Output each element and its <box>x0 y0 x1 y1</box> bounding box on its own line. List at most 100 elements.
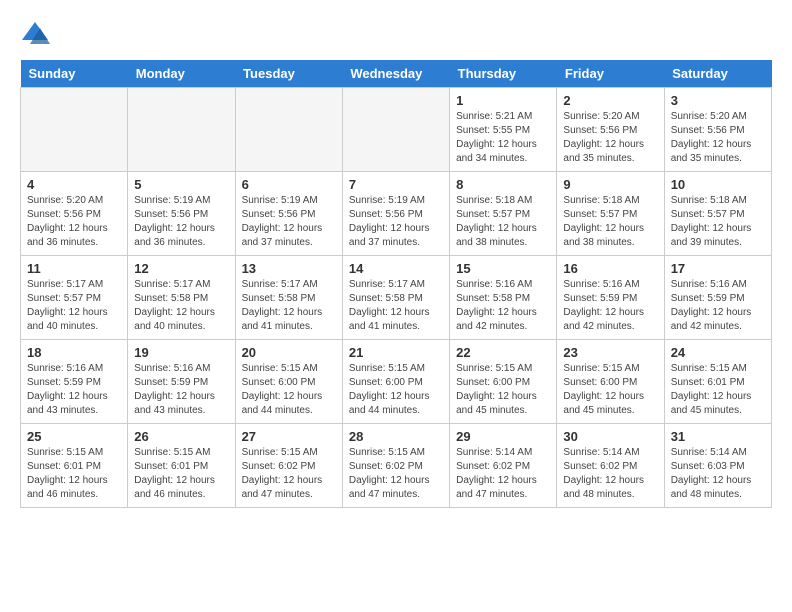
calendar-cell: 11 Sunrise: 5:17 AM Sunset: 5:57 PM Dayli… <box>21 256 128 340</box>
calendar-cell: 3 Sunrise: 5:20 AM Sunset: 5:56 PM Daylig… <box>664 88 771 172</box>
day-number: 26 <box>134 429 228 444</box>
calendar-cell: 23 Sunrise: 5:15 AM Sunset: 6:00 PM Dayli… <box>557 340 664 424</box>
day-number: 19 <box>134 345 228 360</box>
day-number: 3 <box>671 93 765 108</box>
calendar-cell: 19 Sunrise: 5:16 AM Sunset: 5:59 PM Dayli… <box>128 340 235 424</box>
day-info: Sunrise: 5:19 AM Sunset: 5:56 PM Dayligh… <box>242 194 336 250</box>
calendar-cell: 28 Sunrise: 5:15 AM Sunset: 6:02 PM Dayli… <box>342 424 449 508</box>
calendar-week-row: 18 Sunrise: 5:16 AM Sunset: 5:59 PM Dayli… <box>21 340 772 424</box>
day-info: Sunrise: 5:14 AM Sunset: 6:02 PM Dayligh… <box>563 446 657 502</box>
logo <box>20 20 56 50</box>
day-info: Sunrise: 5:15 AM Sunset: 6:02 PM Dayligh… <box>349 446 443 502</box>
day-info: Sunrise: 5:16 AM Sunset: 5:59 PM Dayligh… <box>563 278 657 334</box>
day-info: Sunrise: 5:14 AM Sunset: 6:02 PM Dayligh… <box>456 446 550 502</box>
calendar-cell: 5 Sunrise: 5:19 AM Sunset: 5:56 PM Daylig… <box>128 172 235 256</box>
day-number: 31 <box>671 429 765 444</box>
calendar-cell: 25 Sunrise: 5:15 AM Sunset: 6:01 PM Dayli… <box>21 424 128 508</box>
day-info: Sunrise: 5:16 AM Sunset: 5:59 PM Dayligh… <box>134 362 228 418</box>
calendar-header-row: SundayMondayTuesdayWednesdayThursdayFrid… <box>21 60 772 88</box>
day-info: Sunrise: 5:15 AM Sunset: 6:00 PM Dayligh… <box>563 362 657 418</box>
calendar-cell: 29Sunrise: 5:14 AM Sunset: 6:02 PM Dayli… <box>450 424 557 508</box>
calendar-cell: 16 Sunrise: 5:16 AM Sunset: 5:59 PM Dayli… <box>557 256 664 340</box>
day-info: Sunrise: 5:18 AM Sunset: 5:57 PM Dayligh… <box>563 194 657 250</box>
calendar-cell: 30Sunrise: 5:14 AM Sunset: 6:02 PM Dayli… <box>557 424 664 508</box>
calendar-cell: 26 Sunrise: 5:15 AM Sunset: 6:01 PM Dayli… <box>128 424 235 508</box>
day-info: Sunrise: 5:16 AM Sunset: 5:59 PM Dayligh… <box>671 278 765 334</box>
day-number: 20 <box>242 345 336 360</box>
day-number: 14 <box>349 261 443 276</box>
calendar-cell: 1 Sunrise: 5:21 AM Sunset: 5:55 PM Daylig… <box>450 88 557 172</box>
calendar-cell: 8 Sunrise: 5:18 AM Sunset: 5:57 PM Daylig… <box>450 172 557 256</box>
day-number: 23 <box>563 345 657 360</box>
day-info: Sunrise: 5:17 AM Sunset: 5:57 PM Dayligh… <box>27 278 121 334</box>
day-number: 8 <box>456 177 550 192</box>
day-number: 17 <box>671 261 765 276</box>
day-number: 7 <box>349 177 443 192</box>
day-info: Sunrise: 5:15 AM Sunset: 6:00 PM Dayligh… <box>456 362 550 418</box>
day-info: Sunrise: 5:15 AM Sunset: 6:01 PM Dayligh… <box>671 362 765 418</box>
day-number: 5 <box>134 177 228 192</box>
calendar-cell: 31 Sunrise: 5:14 AM Sunset: 6:03 PM Dayli… <box>664 424 771 508</box>
day-number: 28 <box>349 429 443 444</box>
calendar-cell: 21 Sunrise: 5:15 AM Sunset: 6:00 PM Dayli… <box>342 340 449 424</box>
day-of-week-header: Sunday <box>21 60 128 88</box>
calendar-cell: 4 Sunrise: 5:20 AM Sunset: 5:56 PM Daylig… <box>21 172 128 256</box>
day-of-week-header: Friday <box>557 60 664 88</box>
day-number: 25 <box>27 429 121 444</box>
day-info: Sunrise: 5:17 AM Sunset: 5:58 PM Dayligh… <box>242 278 336 334</box>
calendar-cell: 20 Sunrise: 5:15 AM Sunset: 6:00 PM Dayli… <box>235 340 342 424</box>
day-number: 1 <box>456 93 550 108</box>
day-info: Sunrise: 5:15 AM Sunset: 6:00 PM Dayligh… <box>242 362 336 418</box>
calendar-week-row: 11 Sunrise: 5:17 AM Sunset: 5:57 PM Dayli… <box>21 256 772 340</box>
day-info: Sunrise: 5:18 AM Sunset: 5:57 PM Dayligh… <box>456 194 550 250</box>
calendar-cell: 22Sunrise: 5:15 AM Sunset: 6:00 PM Dayli… <box>450 340 557 424</box>
day-number: 16 <box>563 261 657 276</box>
day-info: Sunrise: 5:16 AM Sunset: 5:58 PM Dayligh… <box>456 278 550 334</box>
day-info: Sunrise: 5:15 AM Sunset: 6:01 PM Dayligh… <box>27 446 121 502</box>
day-of-week-header: Tuesday <box>235 60 342 88</box>
calendar-cell: 7Sunrise: 5:19 AM Sunset: 5:56 PM Daylig… <box>342 172 449 256</box>
calendar-week-row: 25 Sunrise: 5:15 AM Sunset: 6:01 PM Dayli… <box>21 424 772 508</box>
day-number: 24 <box>671 345 765 360</box>
calendar-cell: 12 Sunrise: 5:17 AM Sunset: 5:58 PM Dayli… <box>128 256 235 340</box>
calendar-cell: 15 Sunrise: 5:16 AM Sunset: 5:58 PM Dayli… <box>450 256 557 340</box>
day-of-week-header: Thursday <box>450 60 557 88</box>
calendar-cell: 9 Sunrise: 5:18 AM Sunset: 5:57 PM Daylig… <box>557 172 664 256</box>
day-info: Sunrise: 5:20 AM Sunset: 5:56 PM Dayligh… <box>27 194 121 250</box>
day-number: 11 <box>27 261 121 276</box>
calendar-table: SundayMondayTuesdayWednesdayThursdayFrid… <box>20 60 772 508</box>
day-number: 21 <box>349 345 443 360</box>
day-number: 13 <box>242 261 336 276</box>
day-info: Sunrise: 5:15 AM Sunset: 6:02 PM Dayligh… <box>242 446 336 502</box>
day-info: Sunrise: 5:16 AM Sunset: 5:59 PM Dayligh… <box>27 362 121 418</box>
day-info: Sunrise: 5:17 AM Sunset: 5:58 PM Dayligh… <box>349 278 443 334</box>
day-number: 15 <box>456 261 550 276</box>
day-info: Sunrise: 5:17 AM Sunset: 5:58 PM Dayligh… <box>134 278 228 334</box>
day-info: Sunrise: 5:15 AM Sunset: 6:01 PM Dayligh… <box>134 446 228 502</box>
calendar-cell: 24 Sunrise: 5:15 AM Sunset: 6:01 PM Dayli… <box>664 340 771 424</box>
calendar-cell: 14 Sunrise: 5:17 AM Sunset: 5:58 PM Dayli… <box>342 256 449 340</box>
calendar-cell <box>21 88 128 172</box>
day-number: 4 <box>27 177 121 192</box>
day-info: Sunrise: 5:18 AM Sunset: 5:57 PM Dayligh… <box>671 194 765 250</box>
day-info: Sunrise: 5:19 AM Sunset: 5:56 PM Dayligh… <box>134 194 228 250</box>
calendar-cell: 27 Sunrise: 5:15 AM Sunset: 6:02 PM Dayli… <box>235 424 342 508</box>
calendar-cell: 17 Sunrise: 5:16 AM Sunset: 5:59 PM Dayli… <box>664 256 771 340</box>
day-number: 9 <box>563 177 657 192</box>
day-number: 12 <box>134 261 228 276</box>
calendar-cell <box>235 88 342 172</box>
day-info: Sunrise: 5:21 AM Sunset: 5:55 PM Dayligh… <box>456 110 550 166</box>
day-number: 18 <box>27 345 121 360</box>
day-number: 2 <box>563 93 657 108</box>
day-info: Sunrise: 5:20 AM Sunset: 5:56 PM Dayligh… <box>563 110 657 166</box>
day-info: Sunrise: 5:20 AM Sunset: 5:56 PM Dayligh… <box>671 110 765 166</box>
day-number: 27 <box>242 429 336 444</box>
day-of-week-header: Saturday <box>664 60 771 88</box>
calendar-week-row: 4 Sunrise: 5:20 AM Sunset: 5:56 PM Daylig… <box>21 172 772 256</box>
calendar-cell: 6Sunrise: 5:19 AM Sunset: 5:56 PM Daylig… <box>235 172 342 256</box>
day-of-week-header: Monday <box>128 60 235 88</box>
day-info: Sunrise: 5:14 AM Sunset: 6:03 PM Dayligh… <box>671 446 765 502</box>
page-header <box>20 20 772 50</box>
day-info: Sunrise: 5:15 AM Sunset: 6:00 PM Dayligh… <box>349 362 443 418</box>
calendar-cell <box>128 88 235 172</box>
